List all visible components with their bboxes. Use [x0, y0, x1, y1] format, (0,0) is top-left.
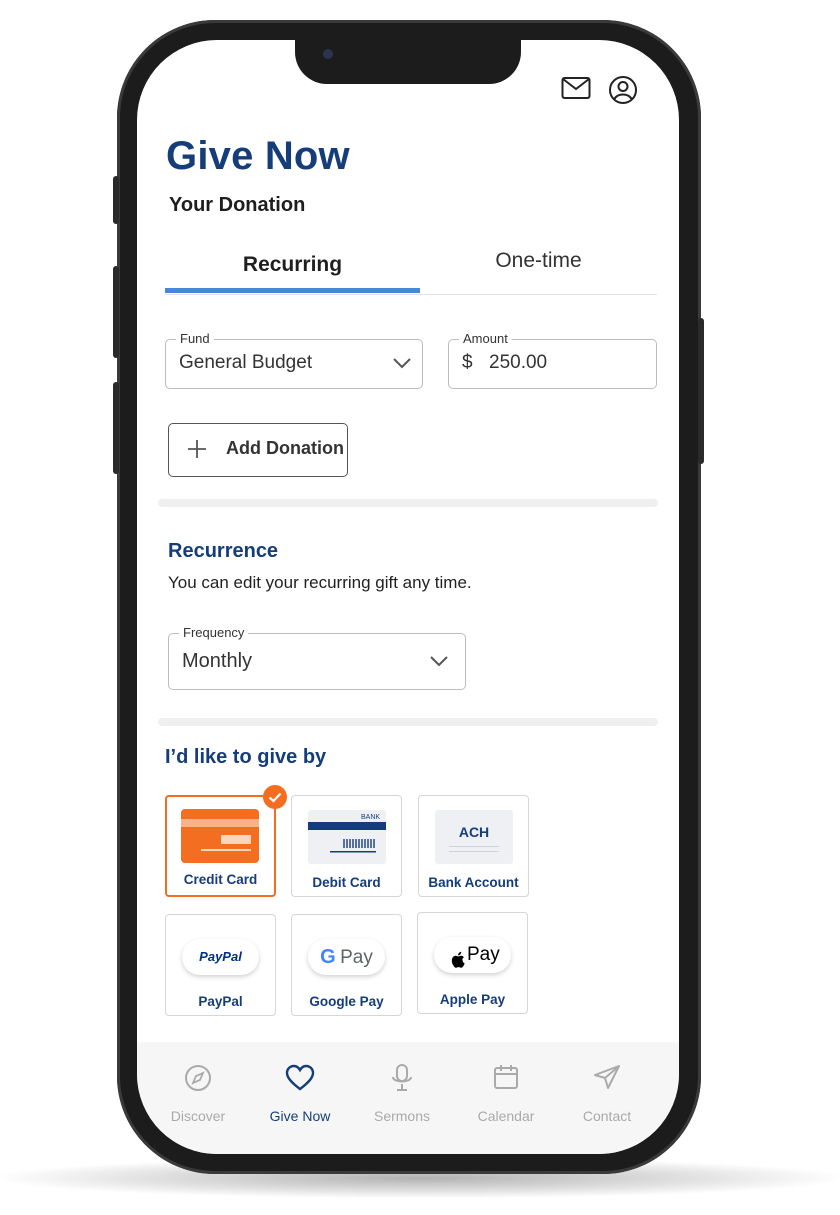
payment-apple-pay[interactable]: Pay Apple Pay	[417, 912, 528, 1014]
paypal-logo-text: PayPal	[199, 949, 242, 964]
microphone-icon	[390, 1064, 414, 1096]
tab-recurring[interactable]: Recurring	[165, 236, 420, 294]
add-donation-button[interactable]: Add Donation	[168, 423, 348, 477]
payment-debit-card[interactable]: BANK Debit Card	[291, 795, 402, 897]
payment-title: I’d like to give by	[165, 746, 327, 768]
amount-field[interactable]: Amount $ 250.00	[448, 331, 657, 389]
chevron-down-icon	[392, 356, 412, 375]
plus-icon	[187, 439, 207, 464]
fund-label: Fund	[176, 331, 214, 346]
page-title: Give Now	[166, 134, 350, 178]
section-divider	[158, 499, 658, 507]
apple-pay-label: Apple Pay	[439, 992, 506, 1007]
section-subtitle: Your Donation	[169, 194, 306, 216]
nav-discover[interactable]: Discover	[153, 1064, 243, 1124]
paypal-label: PayPal	[198, 994, 243, 1009]
google-pay-logo: G Pay	[308, 939, 385, 975]
tab-divider	[165, 294, 657, 295]
bottom-nav: Discover Give Now Sermons Calendar Conta…	[137, 1042, 679, 1154]
frequency-select[interactable]: Frequency Monthly	[168, 625, 466, 690]
fund-value: General Budget	[179, 352, 313, 373]
nav-calendar-label: Calendar	[477, 1108, 535, 1124]
paper-plane-icon	[593, 1065, 621, 1094]
ach-icon: ACH	[435, 810, 513, 864]
frequency-value: Monthly	[182, 650, 253, 672]
phone-volume-up-button	[113, 266, 119, 358]
tab-one-time[interactable]: One-time	[420, 232, 657, 290]
apple-pay-logo: Pay	[434, 937, 511, 973]
frequency-label: Frequency	[179, 625, 249, 640]
fund-select[interactable]: Fund General Budget	[165, 331, 423, 389]
google-pay-label: Google Pay	[309, 994, 384, 1009]
paypal-logo: PayPal	[182, 939, 259, 975]
bank-account-label: Bank Account	[428, 875, 519, 890]
section-divider	[158, 718, 658, 726]
debit-card-label: Debit Card	[312, 875, 381, 890]
payment-credit-card[interactable]: Credit Card	[165, 795, 276, 897]
ach-line	[449, 846, 499, 847]
ach-text: ACH	[458, 824, 490, 840]
ach-line	[449, 851, 499, 852]
nav-contact[interactable]: Contact	[562, 1064, 652, 1124]
google-pay-logo-text: Pay	[340, 947, 373, 968]
chevron-down-icon	[429, 654, 449, 673]
amount-label: Amount	[459, 331, 512, 346]
tab-active-indicator	[165, 288, 420, 293]
google-g-icon: G	[320, 946, 336, 968]
notch	[295, 40, 521, 84]
calendar-icon	[493, 1065, 519, 1094]
currency-symbol: $	[462, 352, 473, 373]
compass-icon	[184, 1065, 212, 1096]
nav-sermons-label: Sermons	[373, 1108, 431, 1124]
nav-give-now[interactable]: Give Now	[255, 1064, 345, 1124]
mail-icon[interactable]	[561, 76, 591, 107]
amount-value: 250.00	[489, 352, 548, 373]
payment-paypal[interactable]: PayPal PayPal	[165, 914, 276, 1016]
payment-bank-account[interactable]: ACH Bank Account	[418, 795, 529, 897]
recurrence-title: Recurrence	[168, 540, 279, 562]
phone-mute-button	[113, 176, 119, 224]
apple-icon	[451, 946, 465, 982]
nav-calendar[interactable]: Calendar	[461, 1064, 551, 1124]
nav-give-now-label: Give Now	[269, 1108, 331, 1124]
credit-card-label: Credit Card	[183, 872, 258, 887]
debit-card-icon: BANK	[308, 810, 386, 869]
camera	[323, 49, 333, 59]
payment-google-pay[interactable]: G Pay Google Pay	[291, 914, 402, 1016]
debit-card-text: BANK	[361, 814, 380, 821]
heart-icon	[285, 1064, 315, 1096]
recurrence-description: You can edit your recurring gift any tim…	[168, 573, 472, 592]
phone-screen: Give Now Your Donation Recurring One-tim…	[137, 40, 679, 1154]
add-donation-label: Add Donation	[226, 438, 344, 458]
selected-check-icon	[263, 785, 287, 809]
account-icon[interactable]	[608, 75, 638, 110]
nav-contact-label: Contact	[582, 1108, 632, 1124]
credit-card-icon	[181, 809, 259, 868]
phone-volume-down-button	[113, 382, 119, 474]
nav-discover-label: Discover	[170, 1108, 226, 1124]
nav-sermons[interactable]: Sermons	[357, 1064, 447, 1124]
apple-pay-logo-text: Pay	[467, 944, 500, 965]
phone-power-button	[698, 318, 704, 464]
